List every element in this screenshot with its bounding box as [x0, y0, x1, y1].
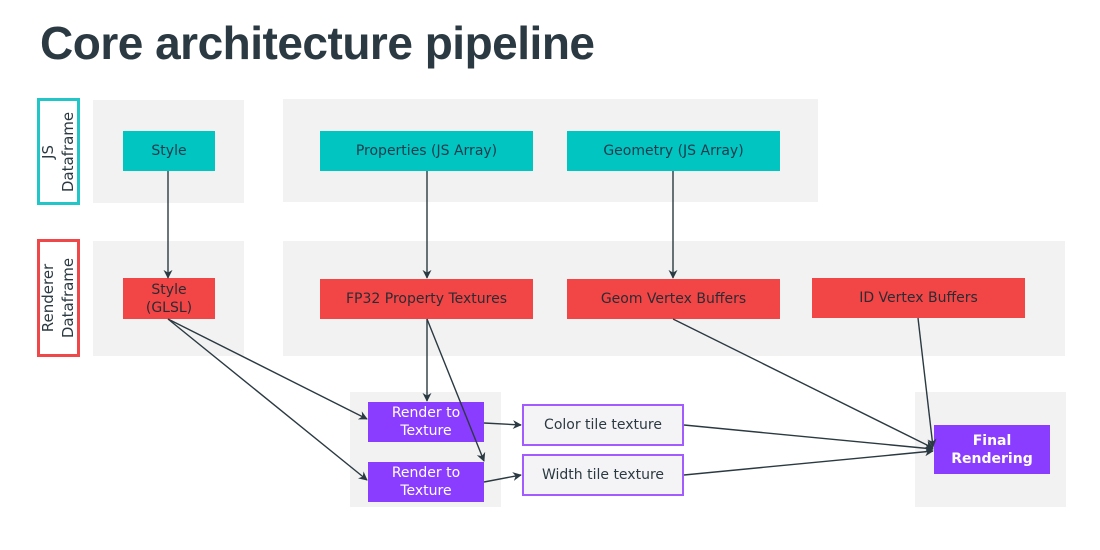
edge-geom-buffers-to-final-rendering — [672, 318, 934, 449]
edges-layer — [163, 171, 937, 483]
edge-fp32-textures-to-render-to-texture-2 — [426, 318, 486, 462]
edge-render-to-texture-2-to-width-tile-texture — [483, 472, 522, 483]
edge-color-tile-texture-to-final-rendering — [683, 424, 934, 453]
edge-render-to-texture-1-to-color-tile-texture — [483, 420, 522, 430]
edge-id-buffers-to-final-rendering — [917, 317, 937, 448]
edge-style-glsl-to-render-to-texture-2 — [167, 318, 368, 481]
edge-width-tile-texture-to-final-rendering — [683, 447, 934, 476]
edge-style-glsl-to-render-to-texture-1 — [167, 318, 368, 420]
